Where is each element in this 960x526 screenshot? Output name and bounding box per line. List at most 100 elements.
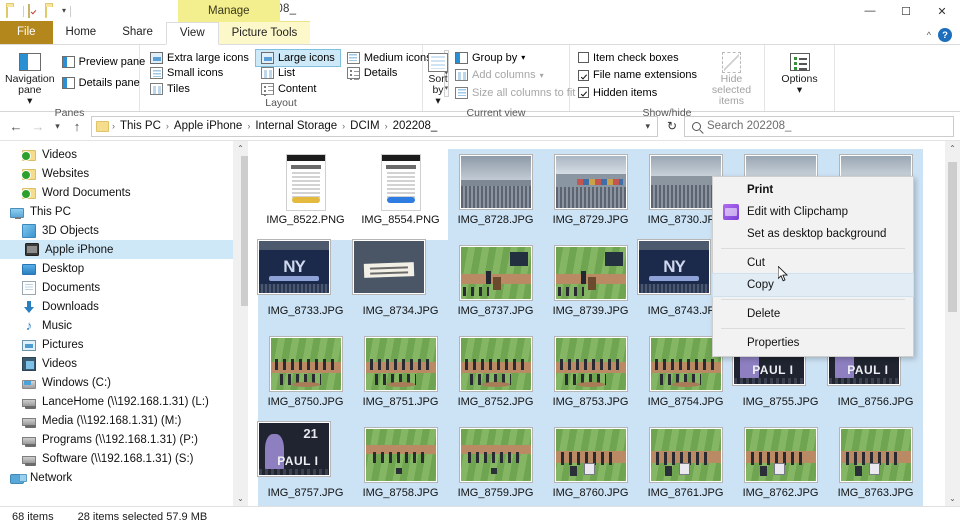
file-tile[interactable]: NY IMG_8733.JPG bbox=[258, 240, 353, 331]
properties-icon[interactable] bbox=[28, 5, 41, 18]
file-tile[interactable]: IMG_8763.JPG bbox=[828, 422, 923, 506]
customize-qat-caret-icon[interactable]: ▾ bbox=[62, 7, 66, 15]
sidebar-item-this-pc[interactable]: This PC bbox=[0, 202, 248, 221]
breadcrumb-dropdown-icon[interactable]: ▾ bbox=[640, 121, 655, 132]
thumbnail-image bbox=[460, 428, 532, 482]
content-scroll-thumb[interactable] bbox=[948, 162, 957, 312]
navigation-scrollbar[interactable]: ⌃ ⌄ bbox=[233, 141, 248, 506]
layout-small-icons[interactable]: Small icons bbox=[145, 66, 254, 82]
new-folder-icon[interactable] bbox=[45, 5, 58, 18]
file-tile[interactable]: IMG_8750.JPG bbox=[258, 331, 353, 422]
file-tile[interactable]: IMG_8728.JPG bbox=[448, 149, 543, 240]
file-tile[interactable]: IMG_8554.PNG bbox=[353, 149, 448, 240]
content-scroll-track[interactable] bbox=[945, 156, 960, 491]
sidebar-item-pictures[interactable]: Pictures bbox=[0, 335, 248, 354]
context-menu-item-delete[interactable]: Delete bbox=[713, 303, 913, 325]
context-menu-item-edit-with-clipchamp[interactable]: Edit with Clipchamp bbox=[713, 201, 913, 223]
breadcrumb-internal-storage[interactable]: Internal Storage bbox=[251, 117, 341, 135]
layout-large-icons[interactable]: Large icons bbox=[256, 50, 340, 66]
sidebar-item-3d-objects[interactable]: 3D Objects bbox=[0, 221, 248, 240]
tab-home[interactable]: Home bbox=[53, 21, 110, 44]
nav-scroll-down-icon[interactable]: ⌄ bbox=[233, 491, 248, 506]
minimize-button[interactable]: — bbox=[852, 0, 888, 22]
thumbnail-image: NY bbox=[258, 240, 330, 294]
hidden-items-checkbox[interactable] bbox=[578, 87, 589, 98]
file-tile[interactable]: IMG_8739.JPG bbox=[543, 240, 638, 331]
context-menu[interactable]: PrintEdit with ClipchampSet as desktop b… bbox=[712, 176, 914, 357]
context-menu-item-set-as-desktop-background[interactable]: Set as desktop background bbox=[713, 223, 913, 245]
context-menu-item-properties[interactable]: Properties bbox=[713, 332, 913, 354]
sidebar-item-desktop[interactable]: Desktop bbox=[0, 259, 248, 278]
layout-content[interactable]: Content bbox=[256, 81, 340, 97]
hide-selected-items-button[interactable]: Hide selected items bbox=[704, 48, 759, 107]
file-tile[interactable]: IMG_8522.PNG bbox=[258, 149, 353, 240]
tab-file[interactable]: File bbox=[0, 21, 53, 44]
maximize-button[interactable]: ☐ bbox=[888, 0, 924, 22]
sidebar-item-music[interactable]: ♪Music bbox=[0, 316, 248, 335]
file-tile[interactable]: IMG_8751.JPG bbox=[353, 331, 448, 422]
breadcrumb-folder-icon bbox=[96, 121, 109, 132]
file-tile[interactable]: 21PAUL IIMG_8757.JPG bbox=[258, 422, 353, 506]
navigation-pane-button[interactable]: Navigation pane ▾ bbox=[5, 48, 55, 107]
item-check-boxes-toggle[interactable]: Item check boxes bbox=[575, 50, 700, 66]
file-tile[interactable]: IMG_8729.JPG bbox=[543, 149, 638, 240]
layout-list[interactable]: List bbox=[256, 66, 340, 82]
file-name-extensions-toggle[interactable]: File name extensions bbox=[575, 68, 700, 84]
folder-icon[interactable] bbox=[6, 5, 19, 18]
group-by-button[interactable]: Group by ▾ bbox=[452, 50, 578, 66]
content-scroll-up-icon[interactable]: ⌃ bbox=[945, 141, 960, 156]
layout-extra-large-icons[interactable]: Extra large icons bbox=[145, 50, 254, 66]
file-tile[interactable]: IMG_8759.JPG bbox=[448, 422, 543, 506]
file-tile[interactable]: IMG_8752.JPG bbox=[448, 331, 543, 422]
sidebar-item-windows-c[interactable]: Windows (C:) bbox=[0, 373, 248, 392]
tab-share[interactable]: Share bbox=[109, 21, 166, 44]
file-tile[interactable]: IMG_8758.JPG bbox=[353, 422, 448, 506]
file-name-extensions-checkbox[interactable] bbox=[578, 70, 589, 81]
sidebar-item-software-192-168-1-31-s[interactable]: Software (\\192.168.1.31) (S:) bbox=[0, 449, 248, 468]
content-scrollbar[interactable]: ⌃ ⌄ bbox=[945, 141, 960, 506]
size-columns-button[interactable]: Size all columns to fit bbox=[452, 85, 578, 101]
preview-pane-toggle[interactable]: Preview pane bbox=[59, 54, 149, 70]
breadcrumb[interactable]: › This PC › Apple iPhone › Internal Stor… bbox=[91, 116, 658, 137]
sidebar-item-programs-192-168-1-31-p[interactable]: Programs (\\192.168.1.31) (P:) bbox=[0, 430, 248, 449]
context-menu-item-cut[interactable]: Cut bbox=[713, 252, 913, 274]
options-button[interactable]: Options ▾ bbox=[771, 48, 829, 96]
file-name-label: IMG_8733.JPG bbox=[268, 305, 344, 318]
add-columns-button[interactable]: Add columns ▾ bbox=[452, 68, 578, 84]
context-menu-item-print[interactable]: Print bbox=[713, 179, 913, 201]
sidebar-item-videos[interactable]: Videos bbox=[0, 354, 248, 373]
sidebar-item-websites[interactable]: Websites bbox=[0, 164, 248, 183]
breadcrumb-dcim[interactable]: DCIM bbox=[346, 117, 383, 135]
file-tile[interactable]: IMG_8761.JPG bbox=[638, 422, 733, 506]
tab-picture-tools[interactable]: Picture Tools bbox=[219, 21, 311, 44]
context-menu-item-copy[interactable]: Copy bbox=[713, 274, 913, 296]
content-scroll-down-icon[interactable]: ⌄ bbox=[945, 491, 960, 506]
sidebar-item-word-documents[interactable]: Word Documents bbox=[0, 183, 248, 202]
breadcrumb-apple-iphone[interactable]: Apple iPhone bbox=[170, 117, 246, 135]
nav-scroll-up-icon[interactable]: ⌃ bbox=[233, 141, 248, 156]
collapse-ribbon-icon[interactable]: ^ bbox=[927, 30, 931, 40]
tab-view[interactable]: View bbox=[166, 22, 219, 45]
close-button[interactable]: ✕ bbox=[924, 0, 960, 22]
sidebar-item-media-192-168-1-31-m[interactable]: Media (\\192.168.1.31) (M:) bbox=[0, 411, 248, 430]
sort-by-button[interactable]: Sort by ▾ bbox=[428, 48, 448, 107]
sidebar-item-network[interactable]: Network bbox=[0, 468, 248, 487]
sidebar-item-videos[interactable]: Videos bbox=[0, 145, 248, 164]
sidebar-item-downloads[interactable]: Downloads bbox=[0, 297, 248, 316]
help-icon[interactable]: ? bbox=[938, 28, 952, 42]
list-icon bbox=[261, 67, 274, 79]
sidebar-item-lancehome-192-168-1-31-l[interactable]: LanceHome (\\192.168.1.31) (L:) bbox=[0, 392, 248, 411]
file-tile[interactable]: IMG_8753.JPG bbox=[543, 331, 638, 422]
item-check-boxes-checkbox[interactable] bbox=[578, 52, 589, 63]
sidebar-item-apple-iphone[interactable]: Apple iPhone bbox=[0, 240, 248, 259]
file-tile[interactable]: IMG_8737.JPG bbox=[448, 240, 543, 331]
sidebar-item-label: Windows (C:) bbox=[42, 377, 111, 389]
layout-tiles[interactable]: Tiles bbox=[145, 81, 254, 97]
file-tile[interactable]: IMG_8760.JPG bbox=[543, 422, 638, 506]
hidden-items-toggle[interactable]: Hidden items bbox=[575, 85, 700, 101]
file-tile[interactable]: IMG_8734.JPG bbox=[353, 240, 448, 331]
file-tile[interactable]: IMG_8762.JPG bbox=[733, 422, 828, 506]
sidebar-item-documents[interactable]: Documents bbox=[0, 278, 248, 297]
nav-scroll-thumb[interactable] bbox=[241, 156, 249, 306]
details-pane-toggle[interactable]: Details pane bbox=[59, 76, 149, 92]
